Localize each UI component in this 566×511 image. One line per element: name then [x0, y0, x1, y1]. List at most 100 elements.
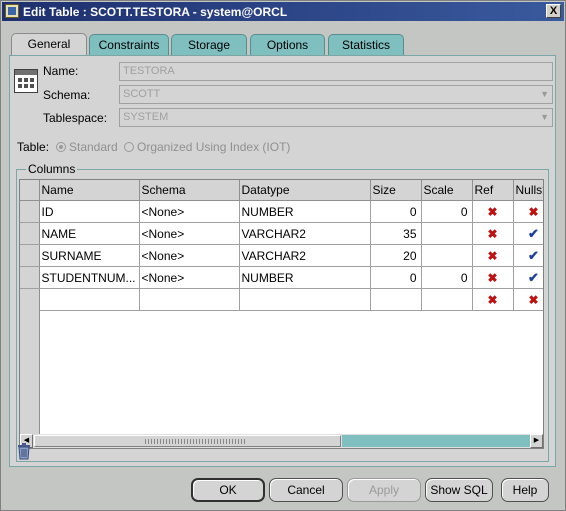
cell-nulls[interactable]: ✔	[513, 222, 543, 245]
chevron-down-icon: ▼	[540, 112, 549, 122]
cell-ref[interactable]: ✖	[472, 200, 514, 223]
scroll-right-icon[interactable]: ▶	[530, 434, 543, 448]
tab-statistics[interactable]: Statistics	[328, 34, 404, 56]
cell-scale[interactable]: 0	[421, 200, 473, 223]
row-header[interactable]	[20, 244, 40, 267]
ok-button[interactable]: OK	[191, 478, 265, 502]
cell-name[interactable]: NAME	[39, 222, 140, 245]
row-header[interactable]	[20, 200, 40, 223]
cell-datatype[interactable]	[239, 288, 371, 311]
cell-schema[interactable]: <None>	[139, 222, 240, 245]
red-x-icon: ✖	[487, 270, 498, 285]
row-header-corner	[20, 180, 40, 201]
grid-header-row: Name Schema Datatype Size Scale Ref Null…	[20, 180, 543, 201]
red-x-icon: ✖	[487, 204, 498, 219]
cell-ref[interactable]: ✖	[472, 244, 514, 267]
tab-storage[interactable]: Storage	[171, 34, 247, 56]
column-header-ref[interactable]: Ref	[472, 180, 514, 201]
trash-icon[interactable]	[17, 443, 31, 460]
cell-nulls[interactable]: ✔	[513, 266, 543, 289]
red-x-icon: ✖	[528, 204, 539, 219]
name-field[interactable]: TESTORA	[119, 62, 553, 81]
table-row[interactable]: ✖ ✖	[20, 288, 543, 311]
schema-select[interactable]: SCOTT ▼	[119, 85, 553, 104]
column-header-schema[interactable]: Schema	[139, 180, 240, 201]
schema-label: Schema:	[43, 88, 91, 102]
show-sql-button[interactable]: Show SQL	[425, 478, 493, 502]
cell-size[interactable]: 0	[370, 200, 422, 223]
table-icon	[5, 4, 19, 18]
window-title: Edit Table : SCOTT.TESTORA - system@ORCL	[23, 5, 288, 19]
edit-table-dialog: Edit Table : SCOTT.TESTORA - system@ORCL…	[0, 0, 566, 511]
cell-scale[interactable]	[421, 288, 473, 311]
apply-button[interactable]: Apply	[347, 478, 421, 502]
row-header[interactable]	[20, 222, 40, 245]
blue-check-icon: ✔	[528, 269, 539, 285]
radio-iot[interactable]	[124, 142, 134, 152]
columns-grid: Name Schema Datatype Size Scale Ref Null…	[19, 179, 544, 435]
tablespace-value: SYSTEM	[123, 111, 169, 123]
cell-size[interactable]: 35	[370, 222, 422, 245]
horizontal-scrollbar[interactable]: ◀ ▶	[19, 434, 544, 449]
help-button[interactable]: Help	[501, 478, 549, 502]
grip-icon	[145, 439, 245, 444]
close-button[interactable]: X	[546, 4, 561, 18]
cell-nulls[interactable]: ✖	[513, 288, 543, 311]
table-row[interactable]: NAME <None> VARCHAR2 35 ✖ ✔	[20, 222, 543, 245]
cell-scale[interactable]: 0	[421, 266, 473, 289]
cancel-button[interactable]: Cancel	[269, 478, 343, 502]
table-row[interactable]: STUDENTNUM... <None> NUMBER 0 0 ✖ ✔	[20, 266, 543, 289]
cell-ref[interactable]: ✖	[472, 266, 514, 289]
radio-standard[interactable]	[56, 142, 66, 152]
cell-size[interactable]: 20	[370, 244, 422, 267]
cell-ref[interactable]: ✖	[472, 222, 514, 245]
table-row[interactable]: ID <None> NUMBER 0 0 ✖ ✖	[20, 200, 543, 223]
column-header-nulls[interactable]: Nulls?	[513, 180, 543, 201]
name-label: Name:	[43, 64, 79, 78]
cell-ref[interactable]: ✖	[472, 288, 514, 311]
scrollbar-thumb[interactable]	[34, 435, 341, 447]
cell-scale[interactable]	[421, 244, 473, 267]
tablespace-select[interactable]: SYSTEM ▼	[119, 108, 553, 127]
scrollbar-track[interactable]	[342, 435, 530, 447]
cell-schema[interactable]: <None>	[139, 244, 240, 267]
title-bar: Edit Table : SCOTT.TESTORA - system@ORCL…	[2, 2, 564, 21]
cell-schema[interactable]	[139, 288, 240, 311]
tablespace-label: Tablespace:	[43, 111, 108, 125]
column-header-scale[interactable]: Scale	[421, 180, 473, 201]
general-panel: Name: TESTORA Schema: SCOTT ▼ Tablespace…	[9, 55, 556, 467]
column-header-name[interactable]: Name	[39, 180, 140, 201]
red-x-icon: ✖	[528, 292, 539, 307]
table-type-label: Table:	[17, 140, 50, 154]
cell-size[interactable]: 0	[370, 266, 422, 289]
cell-datatype[interactable]: NUMBER	[239, 200, 371, 223]
cell-name[interactable]	[39, 288, 140, 311]
radio-standard-label: Standard	[69, 140, 118, 154]
column-header-size[interactable]: Size	[370, 180, 422, 201]
cell-name[interactable]: ID	[39, 200, 140, 223]
table-row[interactable]: SURNAME <None> VARCHAR2 20 ✖ ✔	[20, 244, 543, 267]
row-header-gutter	[20, 306, 40, 434]
cell-nulls[interactable]: ✖	[513, 200, 543, 223]
red-x-icon: ✖	[487, 226, 498, 241]
cell-schema[interactable]: <None>	[139, 266, 240, 289]
cell-name[interactable]: SURNAME	[39, 244, 140, 267]
blue-check-icon: ✔	[528, 225, 539, 241]
tab-constraints[interactable]: Constraints	[89, 34, 169, 56]
schema-value: SCOTT	[123, 88, 161, 100]
cell-size[interactable]	[370, 288, 422, 311]
cell-datatype[interactable]: NUMBER	[239, 266, 371, 289]
red-x-icon: ✖	[487, 248, 498, 263]
row-header[interactable]	[20, 266, 40, 289]
cell-name[interactable]: STUDENTNUM...	[39, 266, 140, 289]
cell-datatype[interactable]: VARCHAR2	[239, 244, 371, 267]
cell-datatype[interactable]: VARCHAR2	[239, 222, 371, 245]
table-grid-icon	[14, 69, 38, 93]
column-header-datatype[interactable]: Datatype	[239, 180, 371, 201]
columns-group-title: Columns	[26, 162, 78, 176]
cell-nulls[interactable]: ✔	[513, 244, 543, 267]
tab-general[interactable]: General	[11, 33, 87, 56]
tab-options[interactable]: Options	[250, 34, 325, 56]
cell-scale[interactable]	[421, 222, 473, 245]
cell-schema[interactable]: <None>	[139, 200, 240, 223]
